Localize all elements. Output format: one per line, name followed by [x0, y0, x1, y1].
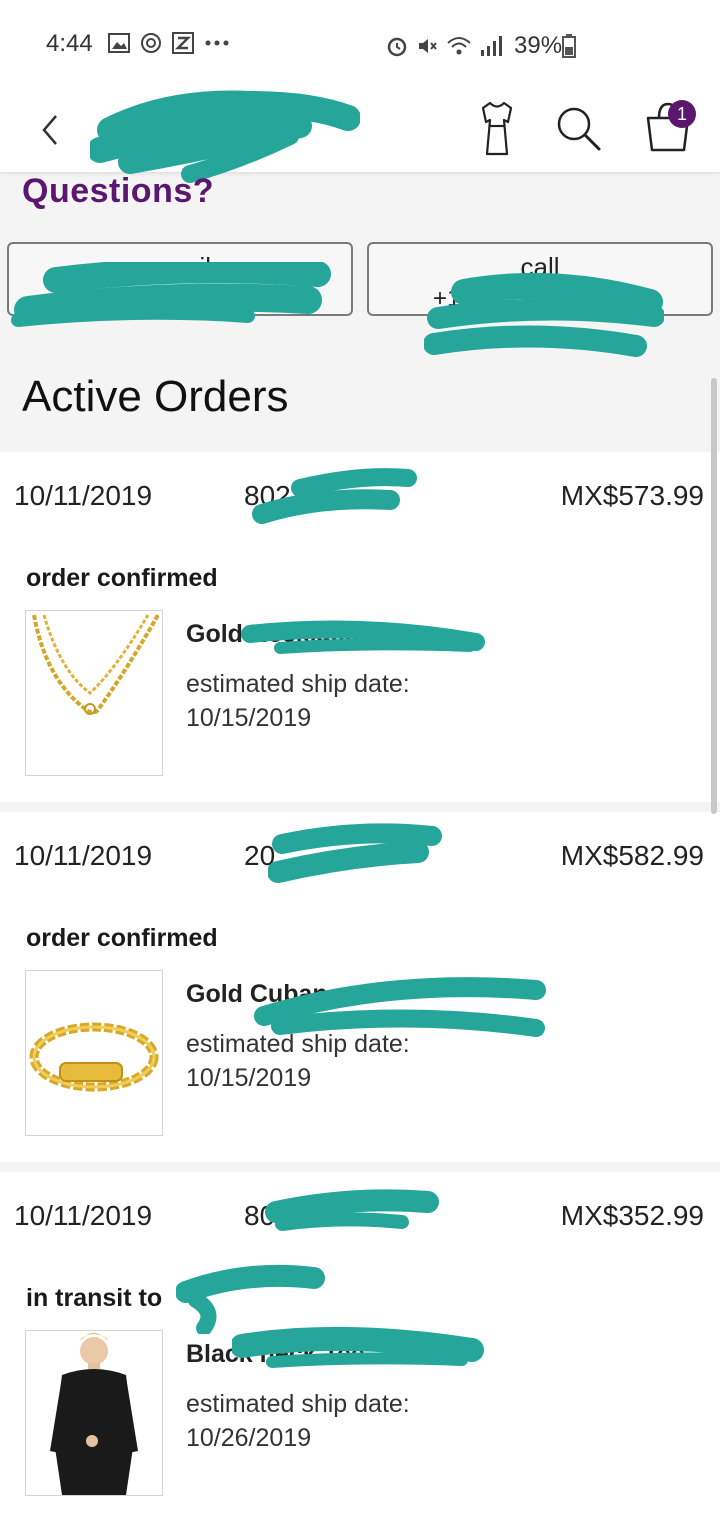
redacted-product-name	[232, 1326, 484, 1368]
order-status: in transit to	[26, 1284, 163, 1312]
app-bar	[0, 90, 720, 183]
order-total: MX$352.99	[560, 1200, 704, 1231]
status-icons-right: 39%	[386, 32, 562, 60]
redacted-product-name	[254, 977, 546, 1037]
ship-date-label: estimated ship date:	[186, 670, 410, 698]
redacted-order-number	[252, 468, 417, 524]
cart-count-badge: 1	[668, 100, 696, 128]
more-notifications-icon	[205, 40, 229, 46]
alarm-icon	[387, 37, 407, 57]
ship-date: 10/15/2019	[186, 1064, 312, 1092]
product-thumbnail[interactable]	[25, 1330, 163, 1496]
dress-icon[interactable]	[474, 100, 520, 158]
redacted-order-number	[268, 823, 442, 883]
ship-date: 10/15/2019	[186, 704, 312, 732]
redacted-email	[11, 262, 331, 327]
active-orders-heading: Active Orders	[22, 372, 289, 421]
status-icons-left	[108, 32, 230, 54]
questions-heading: Questions?	[22, 172, 215, 210]
product-thumbnail[interactable]	[25, 610, 163, 776]
order-status: order confirmed	[26, 924, 218, 952]
mute-icon	[419, 39, 437, 53]
order-status: order confirmed	[26, 564, 218, 592]
wifi-icon	[447, 37, 471, 55]
at-icon	[141, 33, 161, 53]
order-date: 10/11/2019	[14, 480, 153, 511]
order-date: 10/11/2019	[14, 840, 153, 871]
battery-icon	[562, 34, 576, 58]
ship-date: 10/26/2019	[186, 1424, 312, 1452]
ship-date-label: estimated ship date:	[186, 1390, 410, 1418]
image-icon	[108, 33, 130, 53]
redacted-product-name	[241, 620, 485, 654]
status-bar: 4:44 39%	[0, 0, 720, 90]
scrollbar[interactable]	[711, 378, 717, 814]
redacted-order-number	[265, 1189, 439, 1231]
product-thumbnail[interactable]	[25, 970, 163, 1136]
battery-percent: 39%	[514, 32, 563, 59]
bracelet-image	[29, 1022, 159, 1092]
order-total: MX$582.99	[560, 840, 704, 871]
redacted-phone	[424, 272, 664, 357]
search-icon[interactable]	[554, 100, 606, 156]
necklace-image	[32, 614, 160, 715]
order-date: 10/11/2019	[14, 1200, 153, 1231]
status-time: 4:44	[46, 30, 93, 57]
z-app-icon	[172, 32, 194, 54]
signal-icon	[481, 36, 502, 56]
order-total: MX$573.99	[560, 480, 704, 511]
back-arrow-icon[interactable]	[36, 108, 66, 152]
black-tee-image	[50, 1333, 138, 1495]
